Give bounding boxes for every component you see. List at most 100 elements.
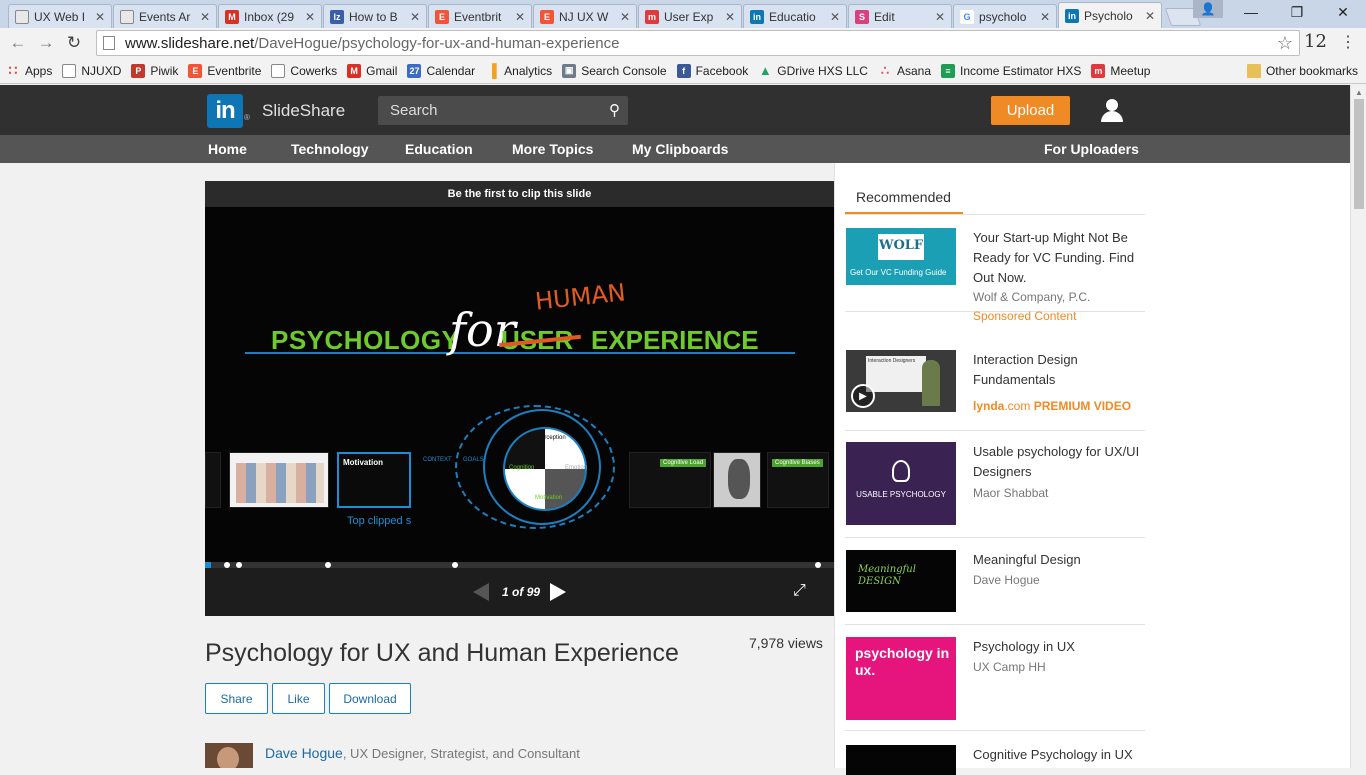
browser-tab[interactable]: m User Exp ✕ xyxy=(638,4,742,28)
avatar[interactable] xyxy=(205,743,253,768)
slide-thumb-selected[interactable]: Motivation xyxy=(337,452,411,508)
rec-thumbnail[interactable]: USABLE PSYCHOLOGY xyxy=(846,442,956,525)
upload-button[interactable]: Upload xyxy=(991,96,1070,125)
linkedin-logo[interactable]: in xyxy=(207,94,243,128)
slide-thumb[interactable] xyxy=(205,452,221,508)
back-icon[interactable]: ← xyxy=(4,29,32,57)
previous-slide-icon[interactable] xyxy=(473,583,489,601)
nav-technology[interactable]: Technology xyxy=(291,141,369,157)
bookmark-search-console[interactable]: ▣ Search Console xyxy=(562,63,667,78)
close-tab-icon[interactable]: ✕ xyxy=(305,10,315,24)
profile-icon[interactable]: 👤 xyxy=(1193,0,1223,18)
nav-for-uploaders[interactable]: For Uploaders xyxy=(1044,141,1139,157)
nav-my-clipboards[interactable]: My Clipboards xyxy=(632,141,728,157)
bookmark-gmail[interactable]: M Gmail xyxy=(347,63,397,78)
browser-tab[interactable]: E NJ UX W ✕ xyxy=(533,4,637,28)
browser-tab[interactable]: M Inbox (29 ✕ xyxy=(218,4,322,28)
play-icon[interactable]: ▶ xyxy=(851,384,875,408)
search-icon[interactable]: ⚲ xyxy=(609,101,620,119)
close-tab-icon[interactable]: ✕ xyxy=(95,10,105,24)
bookmark-asana[interactable]: ∴ Asana xyxy=(878,63,931,78)
browser-tab[interactable]: UX Web I ✕ xyxy=(8,4,112,28)
author-name[interactable]: Dave Hogue xyxy=(265,745,343,761)
bookmark-meetup[interactable]: m Meetup xyxy=(1091,63,1150,78)
reload-icon[interactable]: ↻ xyxy=(60,29,88,57)
user-icon[interactable] xyxy=(1100,97,1124,123)
recommended-item[interactable]: psychology in ux. Psychology in UX UX Ca… xyxy=(845,625,1145,731)
other-bookmarks[interactable]: Other bookmarks xyxy=(1246,63,1358,78)
rec-title[interactable]: Cognitive Psychology in UX xyxy=(973,745,1145,765)
rec-thumbnail[interactable]: WOLF Get Our VC Funding Guide xyxy=(846,228,956,285)
share-button[interactable]: Share xyxy=(205,683,268,714)
recommended-item[interactable]: WOLF Get Our VC Funding Guide Your Start… xyxy=(845,215,1145,323)
clip-prompt[interactable]: Be the first to clip this slide xyxy=(205,181,834,207)
scroll-up-icon[interactable]: ▲ xyxy=(1355,88,1363,97)
bookmark-gdrive-hxs-llc[interactable]: ▲ GDrive HXS LLC xyxy=(758,63,868,78)
bookmark-analytics[interactable]: ▐ Analytics xyxy=(485,63,553,78)
bookmark-eventbrite[interactable]: E Eventbrite xyxy=(188,63,261,78)
bookmark-income-estimator-hxs[interactable]: ≡ Income Estimator HXS xyxy=(941,63,1081,78)
bookmark-cowerks[interactable]: Cowerks xyxy=(271,63,337,78)
forward-icon[interactable]: → xyxy=(32,29,60,57)
slide-canvas[interactable]: PSYCHOLOGY for USER HUMAN EXPERIENCE Mot… xyxy=(205,207,834,562)
restore-icon[interactable]: ❐ xyxy=(1274,0,1320,24)
browser-tab[interactable]: lz How to B ✕ xyxy=(323,4,427,28)
close-tab-icon[interactable]: ✕ xyxy=(1145,9,1155,23)
browser-tab[interactable]: Events Ar ✕ xyxy=(113,4,217,28)
like-button[interactable]: Like xyxy=(272,683,325,714)
search-input[interactable]: Search ⚲ xyxy=(378,96,628,125)
address-bar[interactable]: www.slideshare.net/DaveHogue/psychology-… xyxy=(96,30,1300,56)
browser-tab[interactable]: in Educatio ✕ xyxy=(743,4,847,28)
close-tab-icon[interactable]: ✕ xyxy=(515,10,525,24)
fullscreen-icon[interactable]: ⤢ xyxy=(793,582,806,600)
browser-tab[interactable]: E Eventbrit ✕ xyxy=(428,4,532,28)
nav-home[interactable]: Home xyxy=(208,141,247,157)
browser-tab[interactable]: Gpsycholo ✕ xyxy=(953,4,1057,28)
tab-recommended[interactable]: Recommended xyxy=(845,181,963,215)
nav-education[interactable]: Education xyxy=(405,141,473,157)
rec-title[interactable]: Interaction Design Fundamentals xyxy=(973,350,1145,390)
slide-thumb[interactable]: Cognitive Biases xyxy=(767,452,829,508)
recommended-item[interactable]: Cognitive Psychology in UX xyxy=(845,731,1145,775)
rec-thumbnail[interactable]: Interaction Designers ▶ xyxy=(846,350,956,412)
bookmark-calendar[interactable]: 27 Calendar xyxy=(407,63,475,78)
rec-thumbnail[interactable] xyxy=(846,745,956,775)
download-button[interactable]: Download xyxy=(329,683,411,714)
bookmark-facebook[interactable]: f Facebook xyxy=(676,63,748,78)
nav-more-topics[interactable]: More Topics xyxy=(512,141,593,157)
bookmark-apps[interactable]: ∷ Apps xyxy=(6,62,53,78)
rec-title[interactable]: Usable psychology for UX/UI Designers xyxy=(973,442,1145,482)
scrollbar-thumb[interactable] xyxy=(1354,99,1364,209)
recommended-item[interactable]: Interaction Designers ▶ Interaction Desi… xyxy=(845,340,1145,431)
close-tab-icon[interactable]: ✕ xyxy=(830,10,840,24)
close-window-icon[interactable]: ✕ xyxy=(1320,0,1366,24)
rec-title[interactable]: Meaningful Design xyxy=(973,550,1145,570)
rec-thumbnail[interactable]: psychology in ux. xyxy=(846,637,956,720)
close-tab-icon[interactable]: ✕ xyxy=(410,10,420,24)
rec-title[interactable]: Your Start-up Might Not Be Ready for VC … xyxy=(973,228,1145,288)
rec-thumbnail[interactable]: Meaningful DESIGN xyxy=(846,550,956,612)
bookmark-star-icon[interactable]: ☆ xyxy=(1277,33,1293,54)
recommended-item[interactable]: Meaningful DESIGN Meaningful Design Dave… xyxy=(845,538,1145,625)
slide-thumb[interactable] xyxy=(713,452,761,508)
bookmark-njuxd[interactable]: NJUXD xyxy=(62,63,121,78)
bookmark-piwik[interactable]: P Piwik xyxy=(131,63,178,78)
slide-thumb[interactable]: Cognitive Load xyxy=(629,452,711,508)
close-tab-icon[interactable]: ✕ xyxy=(1040,10,1050,24)
minimize-icon[interactable]: — xyxy=(1228,0,1274,24)
slide-thumb[interactable] xyxy=(229,452,329,508)
close-tab-icon[interactable]: ✕ xyxy=(935,10,945,24)
next-slide-icon[interactable] xyxy=(550,583,566,601)
chrome-menu-icon[interactable]: ⋮ xyxy=(1340,32,1356,52)
top-clipped-label[interactable]: Top clipped s xyxy=(347,515,411,527)
browser-tab[interactable]: in Psycholo ✕ xyxy=(1058,2,1162,28)
recommended-item[interactable]: USABLE PSYCHOLOGY Usable psychology for … xyxy=(845,431,1145,538)
close-tab-icon[interactable]: ✕ xyxy=(200,10,210,24)
browser-tab[interactable]: S Edit ✕ xyxy=(848,4,952,28)
page-scrollbar[interactable]: ▲ xyxy=(1350,85,1366,768)
extension-badge[interactable]: 12 xyxy=(1304,31,1327,52)
brand-name[interactable]: SlideShare xyxy=(262,101,345,121)
rec-title[interactable]: Psychology in UX xyxy=(973,637,1145,657)
close-tab-icon[interactable]: ✕ xyxy=(620,10,630,24)
close-tab-icon[interactable]: ✕ xyxy=(725,10,735,24)
